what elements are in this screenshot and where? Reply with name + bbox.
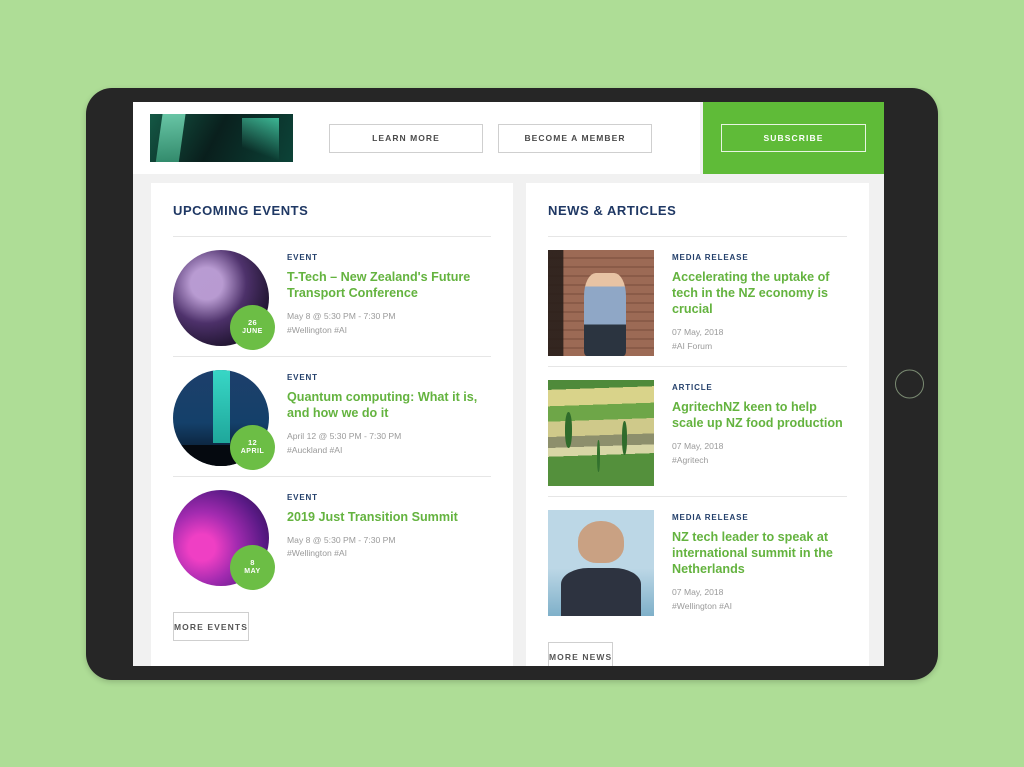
event-title-link[interactable]: Quantum computing: What it is, and how w… bbox=[287, 389, 491, 421]
event-date-month: JUNE bbox=[242, 327, 263, 335]
news-kicker: ARTICLE bbox=[672, 383, 713, 392]
news-thumbnail-image bbox=[548, 250, 654, 356]
news-thumbnail-image bbox=[548, 510, 654, 616]
event-datetime: April 12 @ 5:30 PM - 7:30 PM bbox=[287, 431, 402, 442]
news-and-articles-title: NEWS & ARTICLES bbox=[548, 203, 677, 218]
news-date: 07 May, 2018 bbox=[672, 587, 724, 598]
news-kicker: MEDIA RELEASE bbox=[672, 253, 749, 262]
event-date-day: 12 bbox=[248, 438, 257, 448]
event-list-item[interactable]: 8 MAY EVENT 2019 Just Transition Summit … bbox=[173, 476, 491, 596]
news-list-item[interactable]: MEDIA RELEASE NZ tech leader to speak at… bbox=[548, 496, 847, 626]
event-tags: #Auckland #AI bbox=[287, 444, 343, 455]
home-button[interactable] bbox=[895, 369, 924, 399]
news-and-articles-panel: NEWS & ARTICLES MEDIA RELEASE Accelerati… bbox=[526, 183, 869, 666]
event-thumbnail-wrap: 26 JUNE bbox=[173, 250, 275, 350]
event-thumbnail-wrap: 8 MAY bbox=[173, 490, 275, 590]
event-kicker: EVENT bbox=[287, 493, 318, 502]
banner-thumbnail-image bbox=[150, 114, 293, 162]
news-date: 07 May, 2018 bbox=[672, 327, 724, 338]
news-kicker: MEDIA RELEASE bbox=[672, 513, 749, 522]
subscribe-panel: SUBSCRIBE bbox=[703, 102, 884, 174]
banner-row: LEARN MORE BECOME A MEMBER SUBSCRIBE bbox=[133, 102, 884, 174]
event-body: EVENT 2019 Just Transition Summit May 8 … bbox=[287, 490, 491, 586]
news-body: ARTICLE AgritechNZ keen to help scale up… bbox=[672, 380, 847, 486]
news-date: 07 May, 2018 bbox=[672, 441, 724, 452]
event-thumbnail-wrap: 12 APRIL bbox=[173, 370, 275, 470]
event-date-day: 26 bbox=[248, 318, 257, 328]
event-date-badge: 12 APRIL bbox=[230, 425, 275, 470]
more-news-button[interactable]: MORE NEWS bbox=[548, 642, 614, 666]
news-title-link[interactable]: NZ tech leader to speak at international… bbox=[672, 529, 847, 577]
news-tags: #AI Forum bbox=[672, 340, 713, 351]
event-list-item[interactable]: 26 JUNE EVENT T-Tech – New Zealand's Fut… bbox=[173, 236, 491, 356]
more-events-button[interactable]: MORE EVENTS bbox=[173, 612, 249, 641]
tablet-device: LEARN MORE BECOME A MEMBER SUBSCRIBE UPC… bbox=[86, 88, 938, 680]
become-a-member-button[interactable]: BECOME A MEMBER bbox=[498, 123, 652, 153]
subscribe-button[interactable]: SUBSCRIBE bbox=[721, 124, 866, 152]
news-list-item[interactable]: ARTICLE AgritechNZ keen to help scale up… bbox=[548, 366, 847, 496]
upcoming-events-panel: UPCOMING EVENTS 26 JUNE EVENT T-Tech – N… bbox=[151, 183, 513, 666]
event-date-day: 8 bbox=[250, 558, 255, 568]
event-datetime: May 8 @ 5:30 PM - 7:30 PM bbox=[287, 535, 396, 546]
news-tags: #Wellington #AI bbox=[672, 600, 733, 611]
upcoming-events-title: UPCOMING EVENTS bbox=[173, 203, 309, 218]
tablet-screen: LEARN MORE BECOME A MEMBER SUBSCRIBE UPC… bbox=[133, 102, 884, 666]
news-body: MEDIA RELEASE Accelerating the uptake of… bbox=[672, 250, 847, 356]
news-body: MEDIA RELEASE NZ tech leader to speak at… bbox=[672, 510, 847, 616]
news-tags: #Agritech bbox=[672, 454, 709, 465]
news-thumbnail-image bbox=[548, 380, 654, 486]
event-kicker: EVENT bbox=[287, 373, 318, 382]
event-body: EVENT T-Tech – New Zealand's Future Tran… bbox=[287, 250, 491, 346]
content-columns: UPCOMING EVENTS 26 JUNE EVENT T-Tech – N… bbox=[133, 174, 884, 666]
event-date-badge: 8 MAY bbox=[230, 545, 275, 590]
news-list-item[interactable]: MEDIA RELEASE Accelerating the uptake of… bbox=[548, 236, 847, 366]
banner-actions: LEARN MORE BECOME A MEMBER bbox=[329, 123, 652, 153]
event-date-badge: 26 JUNE bbox=[230, 305, 275, 350]
event-title-link[interactable]: T-Tech – New Zealand's Future Transport … bbox=[287, 269, 491, 301]
news-title-link[interactable]: Accelerating the uptake of tech in the N… bbox=[672, 269, 847, 317]
event-tags: #Wellington #AI bbox=[287, 324, 348, 335]
event-tags: #Wellington #AI bbox=[287, 548, 348, 559]
event-date-month: MAY bbox=[244, 567, 261, 575]
banner-card: LEARN MORE BECOME A MEMBER bbox=[133, 102, 700, 174]
learn-more-button[interactable]: LEARN MORE bbox=[329, 123, 483, 153]
event-body: EVENT Quantum computing: What it is, and… bbox=[287, 370, 491, 466]
event-kicker: EVENT bbox=[287, 253, 318, 262]
event-list-item[interactable]: 12 APRIL EVENT Quantum computing: What i… bbox=[173, 356, 491, 476]
news-title-link[interactable]: AgritechNZ keen to help scale up NZ food… bbox=[672, 399, 847, 431]
event-date-month: APRIL bbox=[240, 447, 265, 455]
event-title-link[interactable]: 2019 Just Transition Summit bbox=[287, 509, 491, 525]
event-datetime: May 8 @ 5:30 PM - 7:30 PM bbox=[287, 311, 396, 322]
